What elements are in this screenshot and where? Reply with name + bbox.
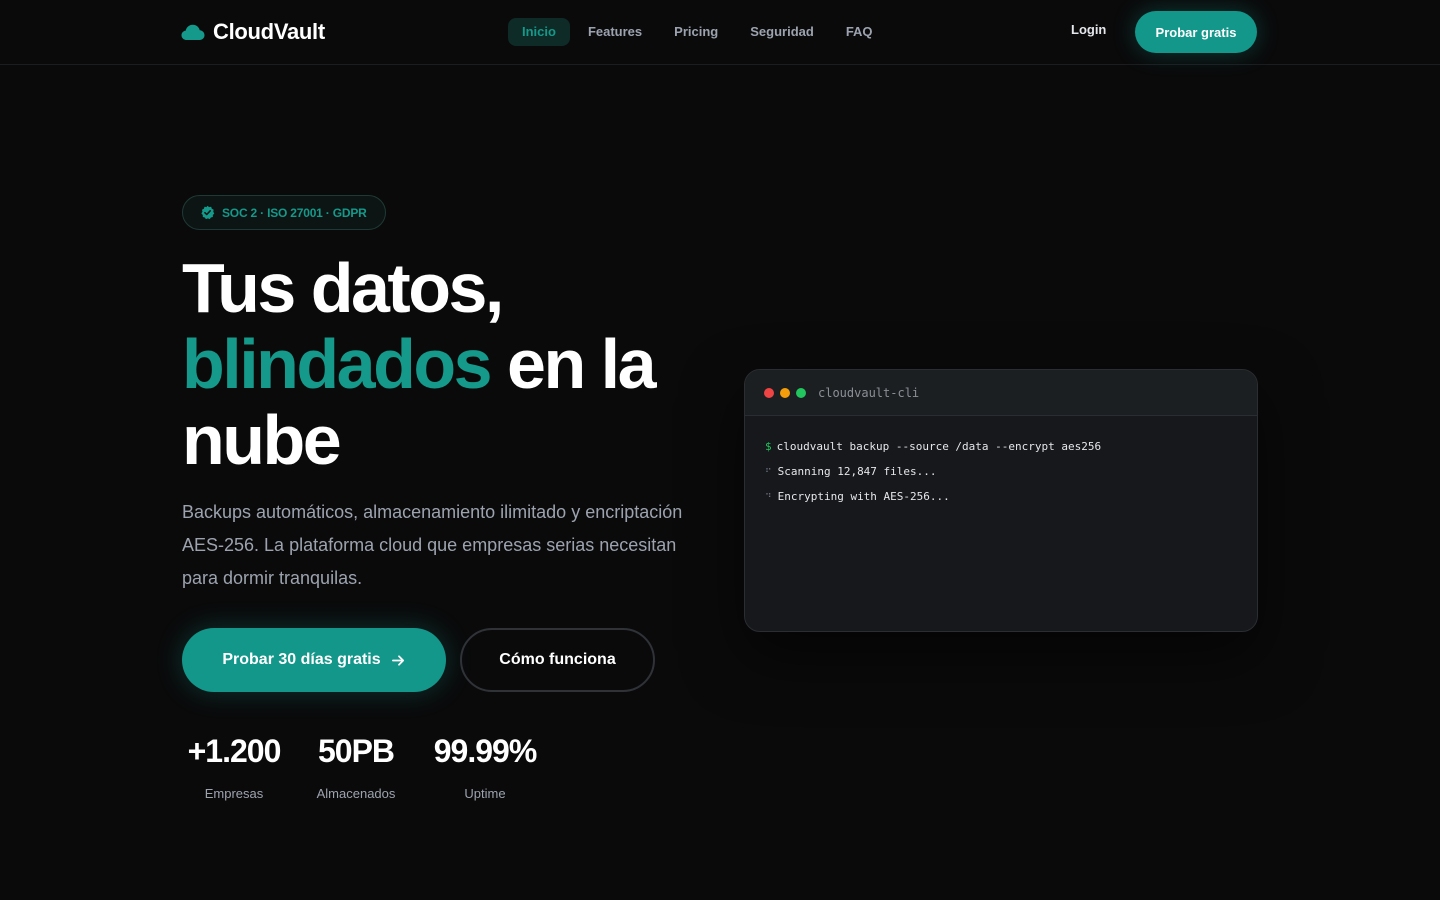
- hero-headline: Tus datos, blindados en la nube: [182, 250, 742, 478]
- window-maximize-dot: [796, 387, 806, 398]
- navbar: CloudVault Inicio Features Pricing Segur…: [0, 0, 1440, 65]
- terminal-output: $ cloudvault backup --source /data --encr…: [745, 416, 1257, 515]
- nav-item-faq[interactable]: FAQ: [832, 18, 887, 46]
- headline-accent: blindados: [182, 325, 493, 403]
- stat-uptime: 99.99% Uptime: [424, 732, 546, 801]
- stat-companies: +1.200 Empresas: [180, 732, 288, 801]
- stat-value: 50PB: [317, 733, 395, 769]
- nav-item-seguridad[interactable]: Seguridad: [736, 18, 828, 46]
- terminal-prompt: $: [765, 440, 772, 453]
- start-trial-button[interactable]: Probar 30 días gratis: [182, 628, 446, 692]
- spinner-icon: ⠙: [765, 493, 772, 503]
- login-link[interactable]: Login: [1071, 22, 1106, 37]
- start-trial-label: Probar 30 días gratis: [222, 651, 381, 668]
- terminal-output-text: Encrypting with AES-256...: [777, 490, 950, 503]
- stat-label: Almacenados: [316, 786, 396, 801]
- compliance-badge: SOC 2 · ISO 27001 · GDPR: [182, 195, 386, 230]
- terminal-command: cloudvault backup --source /data --encry…: [776, 440, 1102, 453]
- headline-line-3: nube: [182, 401, 342, 479]
- hero-description: Backups automáticos, almacenamiento ilim…: [182, 502, 683, 588]
- nav-item-pricing[interactable]: Pricing: [660, 18, 732, 46]
- verified-check-icon: [201, 205, 215, 220]
- headline-line-1: Tus datos,: [182, 249, 504, 327]
- window-minimize-dot: [780, 387, 790, 398]
- terminal-title: cloudvault-cli: [818, 385, 920, 400]
- try-free-button[interactable]: Probar gratis: [1135, 11, 1257, 53]
- stat-label: Uptime: [464, 786, 506, 801]
- terminal-titlebar: cloudvault-cli: [745, 370, 1257, 416]
- terminal-output-line: ⠙ Encrypting with AES-256...: [765, 490, 1257, 515]
- terminal-window: cloudvault-cli $ cloudvault backup --sour…: [744, 369, 1258, 632]
- brand-logo[interactable]: CloudVault: [181, 17, 325, 47]
- terminal-output-line: ⠋ Scanning 12,847 files...: [765, 465, 1257, 490]
- arrow-right-icon: [391, 654, 404, 666]
- cloud-icon: [181, 24, 205, 40]
- how-it-works-button[interactable]: Cómo funciona: [460, 628, 655, 692]
- stat-label: Empresas: [204, 786, 264, 801]
- headline-line-2: blindados en la: [182, 326, 742, 402]
- window-close-dot: [764, 387, 774, 398]
- nav-item-features[interactable]: Features: [574, 18, 656, 46]
- badge-text: SOC 2 · ISO 27001 · GDPR: [222, 205, 367, 220]
- brand-name: CloudVault: [213, 19, 325, 44]
- stat-value: 99.99%: [433, 733, 538, 769]
- headline-line-2-rest: en la: [490, 325, 657, 403]
- nav-item-inicio[interactable]: Inicio: [508, 18, 570, 46]
- main-nav: Inicio Features Pricing Seguridad FAQ: [508, 18, 891, 46]
- stat-value: +1.200: [187, 733, 282, 769]
- terminal-output-text: Scanning 12,847 files...: [777, 465, 937, 478]
- stat-storage: 50PB Almacenados: [312, 732, 400, 801]
- terminal-command-line: $ cloudvault backup --source /data --encr…: [765, 440, 1257, 465]
- spinner-icon: ⠋: [765, 468, 772, 478]
